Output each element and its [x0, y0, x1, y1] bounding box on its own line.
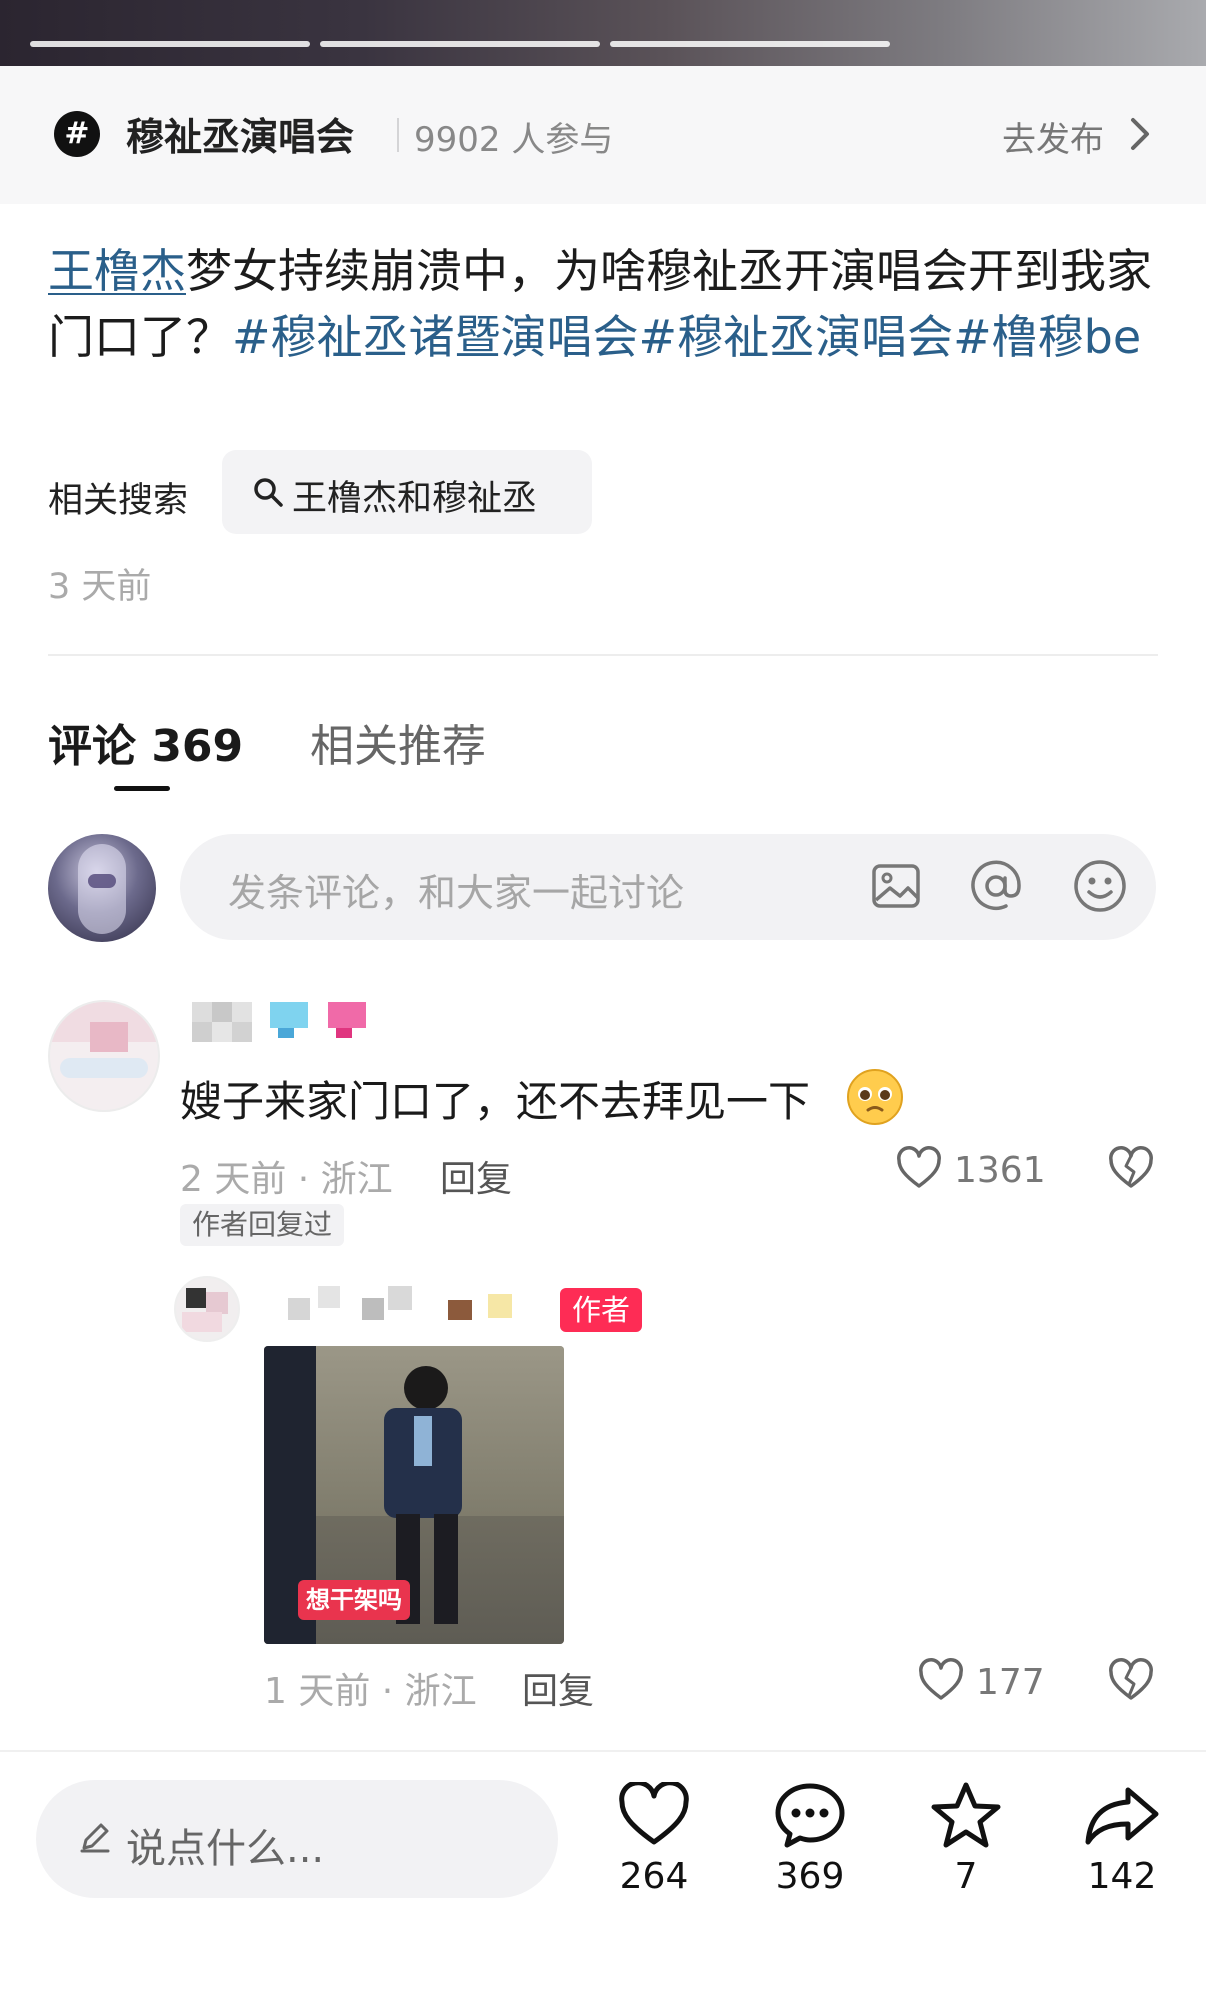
progress-segment-1: [30, 41, 310, 47]
active-tab-indicator: [114, 786, 170, 791]
tab-related-recommendations[interactable]: 相关推荐: [310, 710, 486, 774]
fan-badge-icon: [328, 1002, 366, 1040]
topic-separator: [397, 118, 399, 152]
image-icon[interactable]: [870, 860, 922, 912]
related-search-query: 王橹杰和穆祉丞: [292, 479, 538, 519]
favorite-count: 7: [954, 1856, 978, 1897]
reply-button[interactable]: 回复: [440, 1150, 512, 1202]
reply-meta: 1 天前 · 浙江: [264, 1671, 477, 1712]
share-count: 142: [1087, 1856, 1157, 1897]
like-count: 177: [976, 1662, 1045, 1703]
topic-participants: 9902 人参与: [414, 120, 614, 160]
hashtag-icon: #: [54, 111, 100, 157]
commenter-avatar[interactable]: [48, 1000, 160, 1112]
reply-author-avatar[interactable]: [174, 1276, 240, 1342]
emoji-icon[interactable]: [1072, 858, 1128, 914]
video-preview-strip[interactable]: [0, 0, 1206, 66]
fan-badge-icon: [270, 1002, 308, 1040]
at-icon[interactable]: [968, 858, 1024, 914]
like-count: 1361: [954, 1150, 1046, 1191]
broken-heart-icon[interactable]: [1108, 1146, 1154, 1190]
topic-name[interactable]: 穆祉丞演唱会: [126, 106, 354, 161]
share-icon[interactable]: [1084, 1784, 1160, 1848]
broken-heart-icon[interactable]: [1108, 1658, 1154, 1702]
comment-meta: 2 天前 · 浙江: [180, 1159, 393, 1200]
heart-icon[interactable]: [918, 1658, 964, 1702]
say-something-placeholder: 说点什么...: [126, 1826, 325, 1872]
chevron-right-icon[interactable]: [1128, 116, 1152, 152]
heart-icon[interactable]: [896, 1146, 942, 1190]
post-caption: 王橹杰梦女持续崩溃中，为啥穆祉丞开演唱会开到我家门口了？#穆祉丞诸暨演唱会#穆祉…: [48, 238, 1158, 370]
hashtag-link[interactable]: #橹穆be: [953, 310, 1141, 364]
related-search-label: 相关搜索: [48, 481, 189, 521]
comment-count: 369: [775, 1856, 845, 1897]
post-time: 3 天前: [48, 567, 152, 607]
progress-segment-3: [610, 41, 890, 47]
search-icon: [254, 478, 283, 507]
comment-input-placeholder: 发条评论，和大家一起讨论: [228, 871, 685, 915]
like-count: 264: [619, 1856, 689, 1897]
reply-image[interactable]: 想干架吗: [264, 1346, 564, 1644]
like-button[interactable]: [618, 1782, 690, 1848]
star-icon[interactable]: [930, 1780, 1002, 1850]
comment-button[interactable]: [774, 1782, 846, 1850]
hashtag-link[interactable]: #穆祉丞诸暨演唱会: [232, 310, 639, 364]
comment-text: 嫂子来家门口了，还不去拜见一下: [180, 1077, 811, 1126]
progress-segment-2: [320, 41, 600, 47]
commenter-name-blurred[interactable]: [192, 1002, 252, 1042]
reply-author-name-blurred[interactable]: [288, 1286, 538, 1330]
avatar[interactable]: [48, 834, 156, 942]
reply-button[interactable]: 回复: [522, 1662, 594, 1714]
image-caption: 想干架吗: [298, 1580, 410, 1620]
tab-comments[interactable]: 评论 369: [48, 710, 243, 774]
hashtag-link[interactable]: #穆祉丞演唱会: [639, 310, 954, 364]
pleading-face-icon: [847, 1069, 903, 1125]
pencil-icon: [80, 1823, 110, 1853]
author-replied-tag: 作者回复过: [180, 1204, 345, 1246]
divider: [48, 654, 1158, 656]
publish-link[interactable]: 去发布: [1002, 112, 1104, 161]
author-badge: 作者: [560, 1288, 643, 1332]
mention-link[interactable]: 王橹杰: [48, 244, 186, 298]
